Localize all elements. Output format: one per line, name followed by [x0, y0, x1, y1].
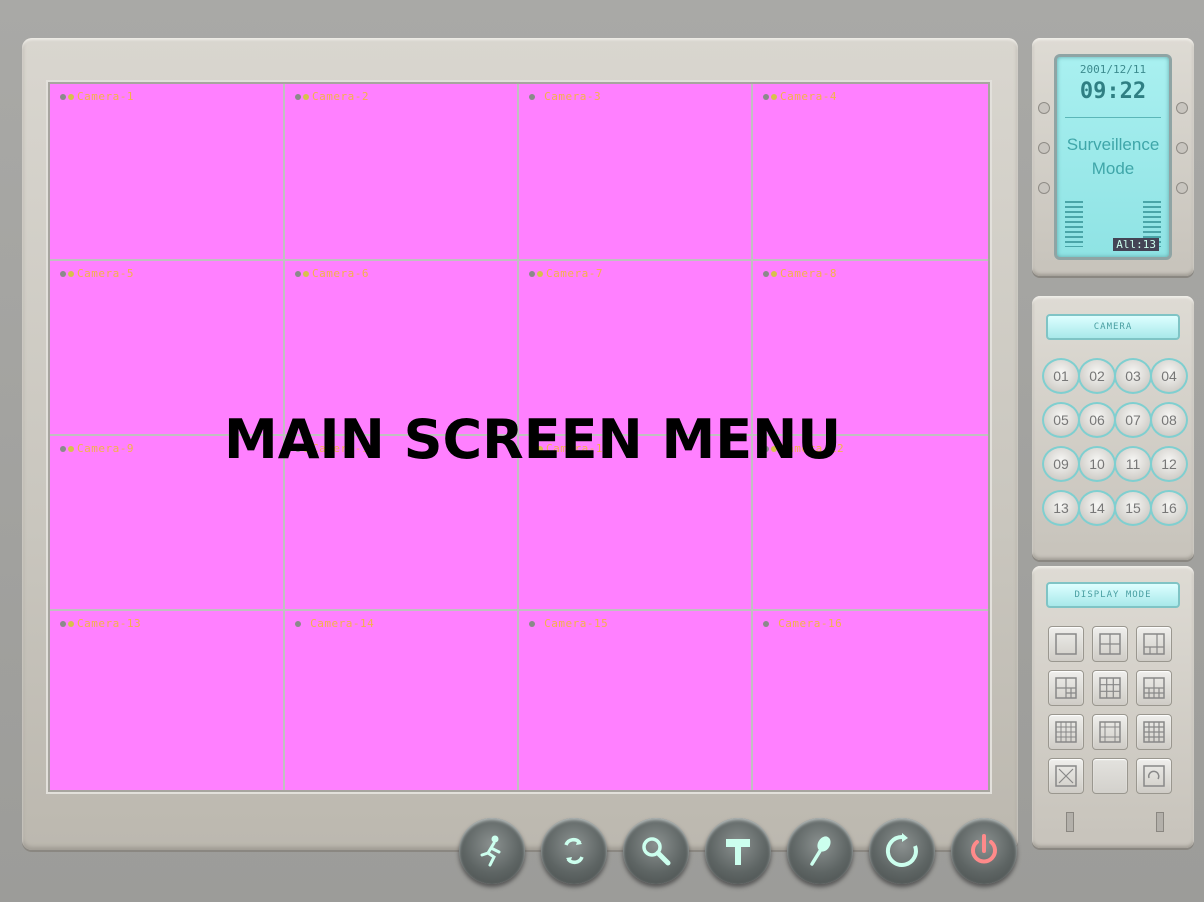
setup-button[interactable] [705, 818, 771, 884]
camera-label: Camera-9 [60, 442, 134, 455]
camera-label: Camera-13 [60, 617, 141, 630]
layout-ten-icon [1143, 677, 1165, 699]
camera-label: Camera-6 [295, 267, 369, 280]
panel-handle [1066, 812, 1074, 832]
level-meter-left [1065, 201, 1083, 247]
channel-button[interactable]: 15 [1114, 490, 1152, 526]
channel-button[interactable]: 03 [1114, 358, 1152, 394]
camera-label: Camera-16 [763, 617, 842, 630]
channel-button[interactable]: 05 [1042, 402, 1080, 438]
blank-button[interactable] [1092, 758, 1128, 794]
microphone-icon [810, 836, 831, 866]
camera-cell-13[interactable]: Camera-13 [50, 611, 285, 790]
camera-panel-label: CAMERA [1046, 314, 1180, 340]
channel-button[interactable]: 07 [1114, 402, 1152, 438]
layout-14-button[interactable] [1092, 714, 1128, 750]
channel-button[interactable]: 16 [1150, 490, 1188, 526]
panel-knob [1038, 102, 1050, 114]
cycle-icon [564, 838, 584, 864]
hammer-icon [726, 839, 750, 865]
camera-label: Camera-2 [295, 90, 369, 103]
power-icon [971, 834, 997, 864]
camera-label: Camera-7 [529, 267, 603, 280]
camera-label: Camera-8 [763, 267, 837, 280]
layout-thirteen-icon [1055, 721, 1077, 743]
layout-seven-icon [1055, 677, 1077, 699]
status-display: 2001/12/11 09:22 Surveillence Mode All:1… [1054, 54, 1172, 260]
camera-label: Camera-14 [295, 617, 374, 630]
layout-6-button[interactable] [1136, 626, 1172, 662]
layout-quad-icon [1099, 633, 1121, 655]
camera-cell-3[interactable]: Camera-3 [519, 84, 753, 261]
power-button[interactable] [951, 818, 1017, 884]
channel-button[interactable]: 12 [1150, 446, 1188, 482]
channel-button[interactable]: 14 [1078, 490, 1116, 526]
layout-16-button[interactable] [1136, 714, 1172, 750]
channel-button[interactable]: 04 [1150, 358, 1188, 394]
camera-cell-2[interactable]: Camera-2 [285, 84, 519, 261]
layout-nine-icon [1099, 677, 1121, 699]
status-date: 2001/12/11 [1079, 63, 1147, 76]
display-mode-label: DISPLAY MODE [1046, 582, 1180, 608]
layout-single-icon [1055, 633, 1077, 655]
page-title: MAIN SCREEN MENU [224, 408, 842, 471]
panel-handle [1156, 812, 1164, 832]
panel-knob [1176, 142, 1188, 154]
channel-button[interactable]: 13 [1042, 490, 1080, 526]
layout-4-button[interactable] [1092, 626, 1128, 662]
channel-button[interactable]: 09 [1042, 446, 1080, 482]
running-man-icon [480, 835, 501, 867]
search-icon [642, 837, 671, 866]
channel-button[interactable]: 10 [1078, 446, 1116, 482]
camera-label: Camera-15 [529, 617, 608, 630]
layout-six-icon [1143, 633, 1165, 655]
channel-button[interactable]: 02 [1078, 358, 1116, 394]
layout-1-button[interactable] [1048, 626, 1084, 662]
channel-button[interactable]: 06 [1078, 402, 1116, 438]
panel-knob [1038, 142, 1050, 154]
camera-cell-1[interactable]: Camera-1 [50, 84, 285, 261]
sequence-button[interactable] [541, 818, 607, 884]
display-divider [1065, 117, 1161, 118]
channel-button[interactable]: 08 [1150, 402, 1188, 438]
refresh-button[interactable] [869, 818, 935, 884]
motion-button[interactable] [459, 818, 525, 884]
camera-cell-14[interactable]: Camera-14 [285, 611, 519, 790]
refresh-icon [885, 833, 918, 867]
layout-7-button[interactable] [1048, 670, 1084, 706]
camera-cell-16[interactable]: Camera-16 [753, 611, 988, 790]
panel-knob [1176, 102, 1188, 114]
layout-fourteen-icon [1099, 721, 1121, 743]
camera-label: Camera-3 [529, 90, 601, 103]
status-badge: All:13 [1113, 238, 1159, 251]
layout-9-button[interactable] [1092, 670, 1128, 706]
status-time: 09:22 [1079, 79, 1147, 104]
panel-knob [1176, 182, 1188, 194]
display-mode-panel: DISPLAY MODE [1032, 566, 1194, 848]
fullscreen-button[interactable] [1048, 758, 1084, 794]
panel-knob [1038, 182, 1050, 194]
status-mode: Surveillence Mode [1066, 135, 1160, 178]
fullscreen-icon [1055, 765, 1077, 787]
camera-cell-4[interactable]: Camera-4 [753, 84, 988, 261]
layout-sixteen-icon [1143, 721, 1165, 743]
camera-label: Camera-5 [60, 267, 134, 280]
camera-cell-15[interactable]: Camera-15 [519, 611, 753, 790]
camera-label: Camera-4 [763, 90, 837, 103]
channel-button[interactable]: 01 [1042, 358, 1080, 394]
rotate-view-button[interactable] [1136, 758, 1172, 794]
camera-select-panel: CAMERA 01 02 03 04 05 06 07 08 09 10 11 … [1032, 296, 1194, 560]
audio-button[interactable] [787, 818, 853, 884]
camera-label: Camera-1 [60, 90, 134, 103]
status-panel: 2001/12/11 09:22 Surveillence Mode All:1… [1032, 38, 1194, 276]
layout-10-button[interactable] [1136, 670, 1172, 706]
channel-button[interactable]: 11 [1114, 446, 1152, 482]
layout-13-button[interactable] [1048, 714, 1084, 750]
rotate-icon [1143, 765, 1165, 787]
bottom-toolbar [455, 818, 1025, 892]
search-button[interactable] [623, 818, 689, 884]
